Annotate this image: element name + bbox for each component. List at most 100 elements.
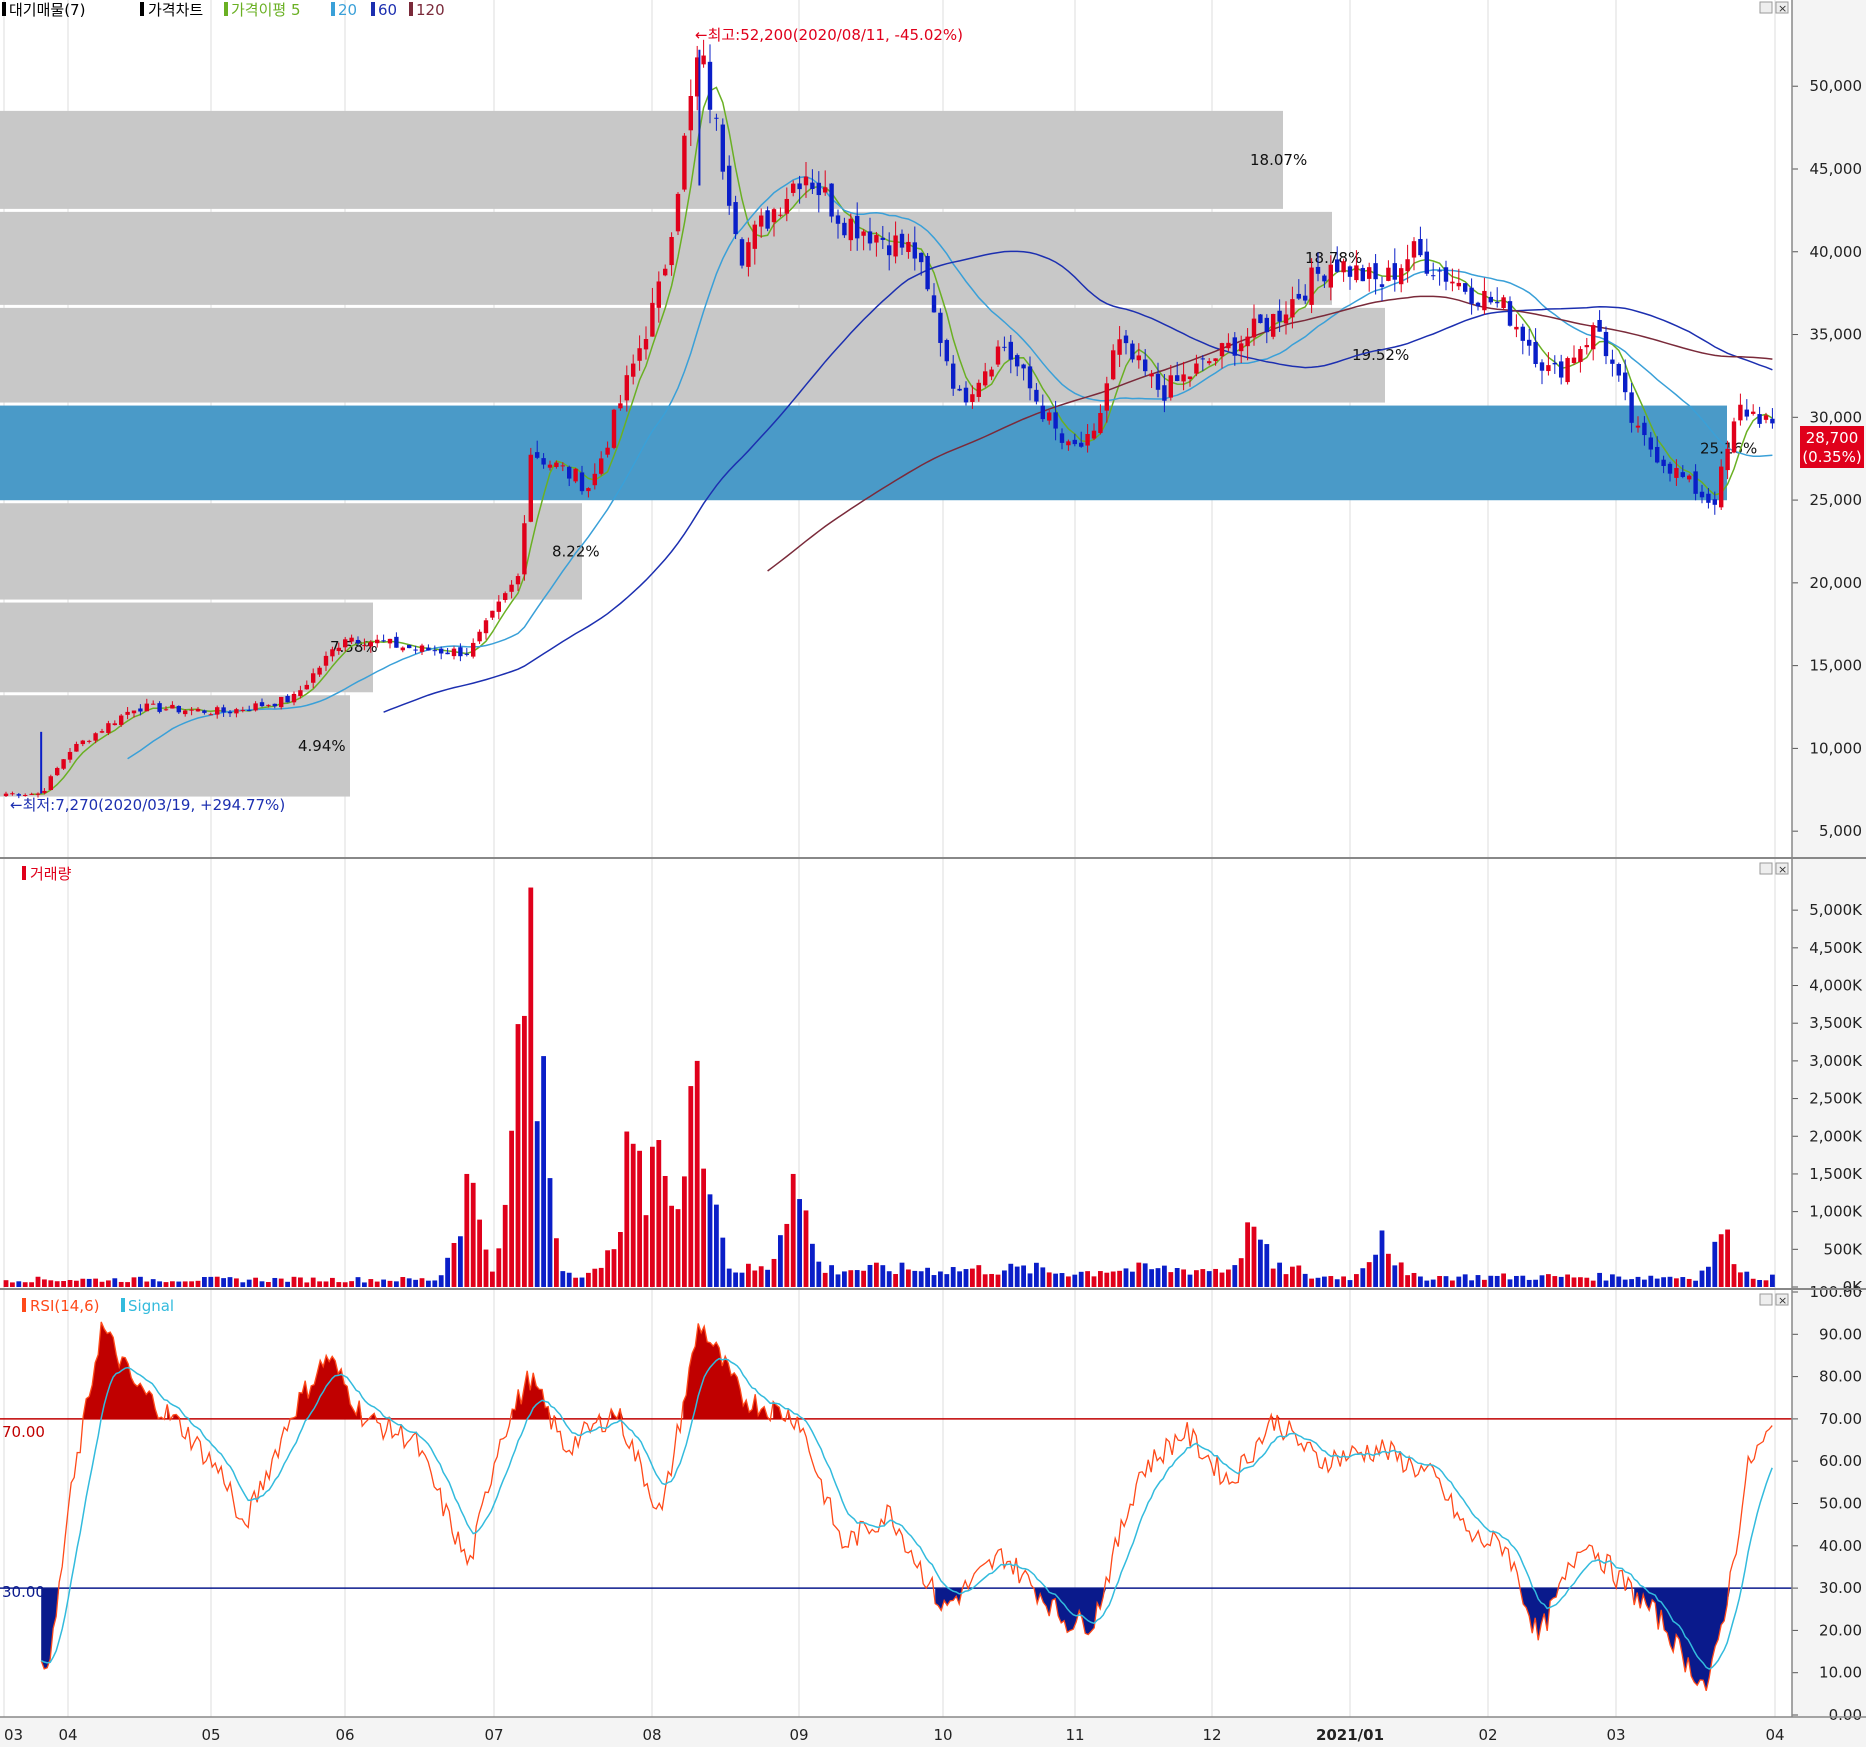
- volume-bar: [1642, 1279, 1647, 1287]
- price-tick-label: 30,000: [1810, 408, 1863, 426]
- volume-bar: [662, 1175, 668, 1287]
- legend-marker: [121, 1298, 125, 1312]
- candle-body: [1591, 325, 1596, 350]
- rsi-tick-label: 70.00: [1819, 1410, 1862, 1428]
- candle-body: [797, 183, 802, 190]
- volume-bar: [1040, 1267, 1046, 1287]
- volume-bar: [848, 1270, 854, 1287]
- volume-bar: [330, 1277, 335, 1287]
- candle-body: [791, 183, 796, 193]
- volume-bar: [1258, 1239, 1263, 1287]
- candle-body: [1111, 350, 1116, 380]
- candle-body: [1603, 331, 1609, 357]
- candle-body: [157, 703, 162, 712]
- candle-body: [138, 708, 143, 712]
- volume-bar: [707, 1194, 713, 1287]
- volume-bar: [1213, 1268, 1218, 1287]
- candle-body: [906, 241, 911, 252]
- candle-body: [1450, 281, 1455, 284]
- candle-body: [1379, 284, 1385, 287]
- volume-profile-percent: 18.78%: [1305, 249, 1362, 267]
- volume-bar: [1226, 1269, 1231, 1287]
- volume-bar: [1686, 1278, 1692, 1287]
- candle-body: [458, 647, 463, 657]
- candle-body: [810, 182, 815, 190]
- volume-bar: [1718, 1234, 1724, 1287]
- volume-bar: [1424, 1280, 1430, 1287]
- candle-body: [1411, 241, 1417, 258]
- minimize-button[interactable]: [1759, 1, 1773, 14]
- candle-body: [631, 363, 636, 377]
- volume-bar: [157, 1281, 162, 1287]
- volume-bar: [1347, 1280, 1353, 1287]
- candle-body: [829, 183, 834, 217]
- volume-bar: [1565, 1274, 1570, 1287]
- volume-bar: [1501, 1273, 1506, 1287]
- candle-body: [1424, 251, 1429, 274]
- candle-body: [1181, 374, 1186, 382]
- candle-body: [227, 711, 233, 714]
- volume-bar: [1334, 1279, 1340, 1287]
- candle-body: [1667, 463, 1673, 474]
- volume-bar: [1584, 1277, 1590, 1287]
- volume-bar: [982, 1274, 988, 1287]
- candle-body: [573, 468, 578, 482]
- volume-bar: [1181, 1269, 1186, 1287]
- minimize-button[interactable]: [1759, 1293, 1773, 1306]
- candle-body: [541, 458, 546, 465]
- volume-bar: [1418, 1276, 1423, 1287]
- volume-bar: [1168, 1272, 1174, 1287]
- candle-body: [1610, 359, 1615, 364]
- volume-bar: [1750, 1278, 1756, 1287]
- candle-body: [355, 639, 361, 644]
- volume-bar: [131, 1277, 137, 1287]
- minimize-button[interactable]: [1759, 862, 1773, 875]
- volume-bar: [1482, 1279, 1487, 1287]
- volume-bar: [438, 1275, 444, 1287]
- candle-body: [1104, 383, 1109, 411]
- volume-bar: [931, 1275, 937, 1287]
- volume-bar: [118, 1281, 124, 1287]
- candle-body: [592, 473, 597, 486]
- x-axis-label: 02: [1478, 1726, 1497, 1744]
- current-change: (0.35%): [1802, 448, 1861, 466]
- volume-bar: [86, 1278, 92, 1287]
- volume-bar: [1123, 1268, 1129, 1287]
- x-axis-label: 06: [335, 1726, 354, 1744]
- volume-bar: [1066, 1276, 1071, 1287]
- candle-body: [1539, 362, 1545, 371]
- volume-bar: [1590, 1280, 1596, 1287]
- volume-bar: [1302, 1273, 1308, 1287]
- current-price-tag: 28,700 (0.35%): [1800, 426, 1864, 468]
- volume-bar: [381, 1279, 386, 1287]
- candle-body: [330, 649, 335, 657]
- high-price-label: ←최고:52,200(2020/08/11, -45.02%): [695, 26, 963, 44]
- candle-body: [1027, 366, 1033, 389]
- legend-price-chart: 가격차트: [148, 1, 203, 19]
- volume-bar: [99, 1281, 105, 1287]
- price-tick-label: 50,000: [1810, 77, 1863, 95]
- volume-bar: [1386, 1253, 1391, 1287]
- volume-bar: [246, 1279, 252, 1287]
- volume-bar: [669, 1205, 674, 1287]
- volume-bar: [1405, 1275, 1410, 1287]
- volume-bar: [1610, 1274, 1615, 1287]
- legend-marker: [140, 2, 144, 16]
- volume-bar: [1021, 1265, 1026, 1287]
- candle-body: [343, 639, 348, 648]
- candle-body: [1418, 239, 1423, 256]
- candle-body: [1085, 434, 1090, 446]
- volume-bar: [214, 1276, 220, 1287]
- candle-body: [1757, 414, 1762, 424]
- volume-bar: [1270, 1268, 1276, 1287]
- volume-bar: [1072, 1274, 1078, 1287]
- candle-body: [311, 673, 316, 683]
- legend-marker: [22, 866, 26, 880]
- candle-body: [522, 523, 527, 575]
- candle-body: [1123, 335, 1129, 344]
- x-axis-label: 10: [933, 1726, 952, 1744]
- candle-body: [1443, 267, 1449, 282]
- legend-marker: [22, 1298, 26, 1312]
- candle-body: [112, 723, 117, 726]
- volume-bar: [886, 1271, 892, 1287]
